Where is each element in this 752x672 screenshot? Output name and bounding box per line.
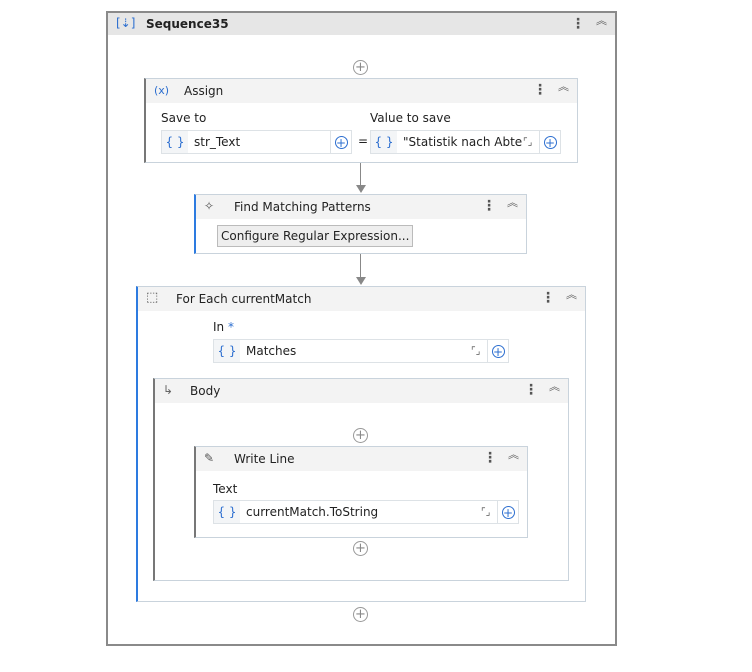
plus-icon: + [491,344,505,359]
loop-icon: ⬚ [146,290,159,305]
for-each-title: For Each currentMatch [176,292,312,306]
in-field[interactable]: { } Matches ⌜⌟ + [213,339,509,363]
plus-icon: + [334,135,348,150]
write-line-activity[interactable]: ✎ Write Line ⋮ ︽ Text { } currentMatch.T… [194,446,528,538]
write-line-title: Write Line [234,452,295,466]
connector-line [360,254,361,278]
connector-line [360,163,361,186]
value-to-save-input[interactable]: "Statistik nach Abteilur [397,135,523,149]
collapse-icon[interactable]: ︽ [558,81,569,92]
save-to-field[interactable]: { } str_Text + [161,130,352,154]
puzzle-icon: ✧ [204,199,215,213]
add-variable-button[interactable]: + [539,131,560,153]
collapse-icon[interactable]: ︽ [596,15,607,26]
collapse-icon[interactable]: ︽ [508,449,519,460]
find-title: Find Matching Patterns [234,200,371,214]
more-options-icon[interactable]: ⋮ [533,83,547,97]
equals-sign: = [358,134,369,148]
assign-icon: (x) [154,84,170,97]
required-marker: * [227,320,234,334]
text-label: Text [213,482,238,496]
expand-icon[interactable]: ⌜⌟ [481,507,497,518]
body-title: Body [190,384,221,398]
add-variable-button[interactable]: + [330,131,351,153]
braces-icon: { } [162,131,188,153]
more-options-icon[interactable]: ⋮ [483,451,497,465]
assign-title: Assign [184,84,224,98]
body-arrow-icon: ↳ [163,383,174,397]
braces-icon: { } [371,131,397,153]
add-activity-button[interactable]: + [353,60,368,75]
add-activity-button[interactable]: + [353,607,368,622]
plus-icon: + [543,135,557,150]
collapse-icon[interactable]: ︽ [549,381,560,392]
connector-arrow [356,185,366,193]
expand-icon[interactable]: ⌜⌟ [523,137,539,148]
add-activity-button[interactable]: + [353,428,368,443]
plus-icon: + [501,505,515,520]
connector-arrow [356,277,366,285]
value-to-save-label: Value to save [370,111,451,125]
more-options-icon[interactable]: ⋮ [482,199,496,213]
pen-icon: ✎ [204,451,215,465]
for-each-header[interactable]: ⬚ For Each currentMatch ⋮ ︽ [138,287,585,311]
text-input[interactable]: currentMatch.ToString [240,505,481,519]
write-line-header[interactable]: ✎ Write Line ⋮ ︽ [196,447,527,471]
add-variable-button[interactable]: + [497,501,518,523]
assign-header[interactable]: (x) Assign ⋮ ︽ [146,79,577,103]
collapse-icon[interactable]: ︽ [566,289,577,300]
braces-icon: { } [214,340,240,362]
sequence-title: Sequence35 [146,17,229,31]
sequence-icon: [⇣] [116,16,136,30]
more-options-icon[interactable]: ⋮ [571,17,585,31]
more-options-icon[interactable]: ⋮ [541,291,555,305]
collapse-icon[interactable]: ︽ [507,197,518,208]
assign-activity[interactable]: (x) Assign ⋮ ︽ Save to Value to save { }… [144,78,578,163]
save-to-label: Save to [161,111,207,125]
more-options-icon[interactable]: ⋮ [524,383,538,397]
braces-icon: { } [214,501,240,523]
add-variable-button[interactable]: + [487,340,508,362]
configure-regex-button[interactable]: Configure Regular Expression... [217,225,414,247]
text-field[interactable]: { } currentMatch.ToString ⌜⌟ + [213,500,519,524]
sequence-header[interactable]: [⇣] Sequence35 ⋮ ︽ [108,13,615,35]
find-header[interactable]: ✧ Find Matching Patterns ⋮ ︽ [196,195,526,219]
in-label-text: In [213,320,225,334]
in-label: In * [213,320,234,334]
save-to-input[interactable]: str_Text [188,135,330,149]
value-to-save-field[interactable]: { } "Statistik nach Abteilur ⌜⌟ + [370,130,561,154]
find-matching-patterns-activity[interactable]: ✧ Find Matching Patterns ⋮ ︽ Configure R… [194,194,527,254]
in-input[interactable]: Matches [240,344,471,358]
add-activity-button[interactable]: + [353,541,368,556]
expand-icon[interactable]: ⌜⌟ [471,346,487,357]
body-header[interactable]: ↳ Body ⋮ ︽ [155,379,568,403]
